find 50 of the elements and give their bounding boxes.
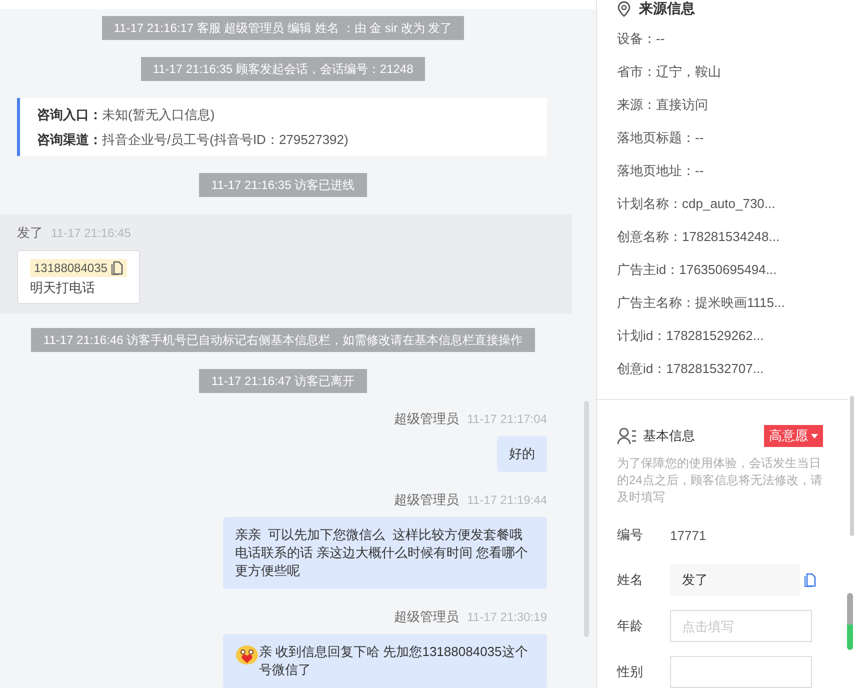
sender-name: 发了	[17, 224, 43, 242]
message-text: 亲亲 可以先加下您微信么 这样比较方便发套餐哦电话联系的话 亲这边大概什么时候有时间 您看哪个更方便些呢	[235, 526, 530, 580]
source-info-row-text: 广告主id：176350695494...	[617, 261, 778, 278]
message-text: 亲 收到信息回复下哈 先加您13188084035这个号微信了	[259, 643, 529, 679]
message-time: 11-17 21:30:19	[467, 610, 547, 624]
message-time: 11-17 21:19:44	[467, 493, 547, 507]
sender-name: 超级管理员	[394, 608, 460, 626]
source-info-row-text: 创意名称：178281534248...	[617, 228, 781, 245]
message-text: 明天打电话	[30, 279, 95, 297]
progress-indicator	[847, 593, 853, 650]
source-info-row-text: 广告主名称：提米映画1115...	[617, 294, 786, 311]
intent-tag-dropdown[interactable]: 高意愿	[764, 425, 823, 447]
source-info-row-text: 省市：辽宁，鞍山	[617, 63, 722, 80]
sender-name: 超级管理员	[394, 410, 460, 428]
scrollbar[interactable]	[850, 396, 854, 536]
message-text: 好的	[509, 445, 535, 463]
system-notice: 11-17 21:16:47 访客已离开	[199, 369, 367, 393]
source-info-row-text: 创意id：178281532707...	[617, 360, 765, 377]
copy-icon[interactable]	[111, 261, 124, 275]
source-info-row-text: 计划名称：cdp_auto_730...	[617, 195, 776, 212]
system-notice: 11-17 21:16:35 访客已进线	[199, 173, 367, 197]
entry-info-line: 咨询渠道：抖音企业号/员工号(抖音号ID：279527392)	[37, 131, 350, 148]
message-time: 11-17 21:17:04	[467, 412, 547, 426]
input-field[interactable]	[670, 656, 812, 688]
field-value: 17771	[670, 528, 706, 542]
scrollbar[interactable]	[584, 401, 589, 637]
source-info-row-text: 落地页地址：--	[617, 162, 705, 179]
entry-info-line: 咨询入口：未知(暂无入口信息)	[37, 106, 216, 123]
section-title: 基本信息	[643, 427, 696, 445]
system-notice: 11-17 21:16:35 顾客发起会话，会话编号：21248	[140, 57, 426, 81]
caret-icon	[811, 434, 818, 438]
field-label: 年龄	[617, 617, 644, 635]
field-label: 性别	[617, 663, 644, 681]
source-info-row-text: 计划id：178281529262...	[617, 327, 765, 344]
source-info-row-text: 落地页标题：--	[617, 129, 705, 146]
source-info-row-text: 设备：--	[617, 30, 666, 47]
phone-chip[interactable]: 13188084035	[30, 259, 128, 277]
info-note: 为了保障您的使用体验，会话发生当日的24点之后，顾客信息将无法修改，请及时填写	[617, 455, 824, 506]
system-notice: 11-17 21:16:17 客服 超级管理员 编辑 姓名 ：由 金 sir 改为 发了	[102, 16, 464, 40]
copy-icon[interactable]	[804, 573, 816, 587]
person-list-icon	[617, 427, 637, 445]
sender-name: 超级管理员	[394, 491, 460, 509]
section-title: 来源信息	[639, 0, 695, 18]
field-label: 编号	[617, 526, 644, 544]
location-pin-icon	[617, 1, 631, 17]
name-field[interactable]: 发了	[670, 564, 800, 596]
source-info-row-text: 来源：直接访问	[617, 96, 709, 113]
input-field[interactable]: 点击填写	[670, 610, 812, 642]
system-notice: 11-17 21:16:46 访客手机号已自动标记右侧基本信息栏，如需修改请在基本信息栏直接操作	[31, 328, 535, 352]
field-label: 姓名	[617, 571, 644, 589]
